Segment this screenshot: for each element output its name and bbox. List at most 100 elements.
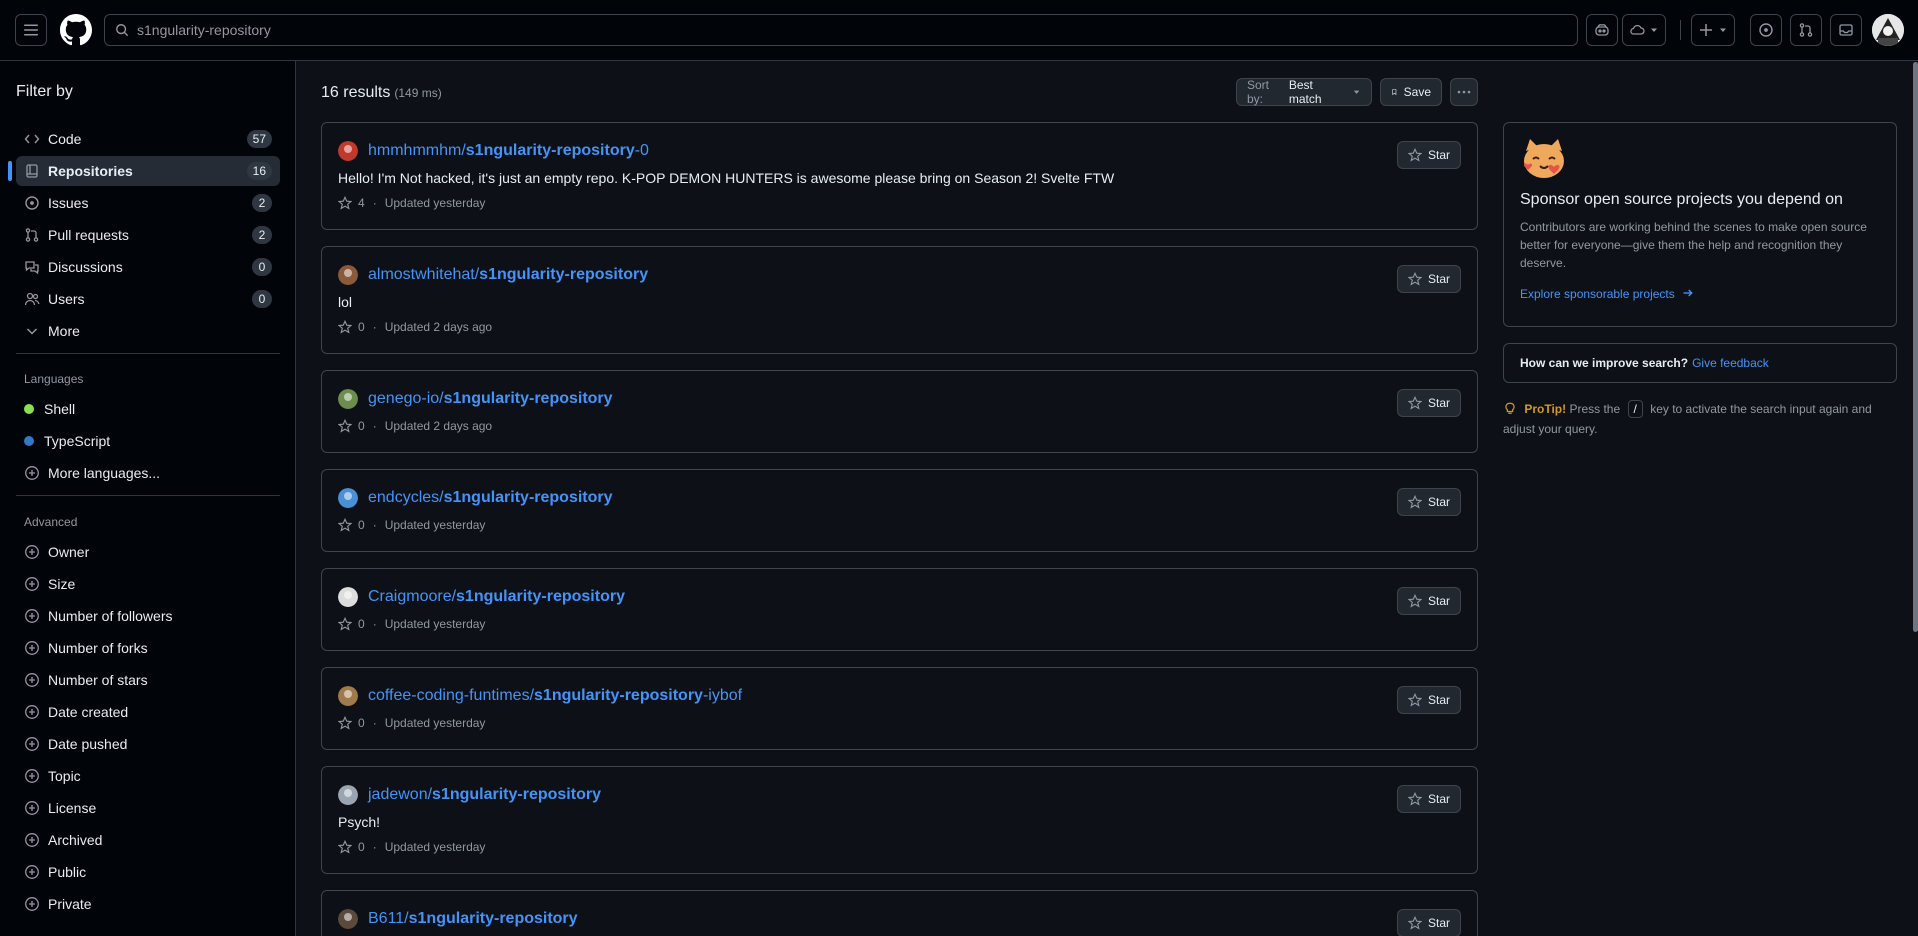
filter-count: 2: [252, 194, 272, 212]
advanced-filter-private[interactable]: Private: [16, 889, 280, 919]
sort-dropdown[interactable]: Sort by: Best match: [1236, 78, 1372, 106]
plus-circle-icon: [24, 800, 40, 816]
menu-button[interactable]: [15, 14, 47, 46]
filter-pull-requests[interactable]: Pull requests 2: [16, 220, 280, 250]
meta-separator: ·: [372, 617, 377, 631]
search-query: s1ngularity-repository: [137, 22, 271, 38]
advanced-filter-size[interactable]: Size: [16, 569, 280, 599]
star-button[interactable]: Star: [1396, 686, 1461, 714]
star-button[interactable]: Star: [1396, 389, 1461, 417]
repo-meta: 4 · Updated yesterday: [338, 196, 485, 210]
advanced-filter-owner[interactable]: Owner: [16, 537, 280, 567]
advanced-filter-date-created[interactable]: Date created: [16, 697, 280, 727]
language-label: TypeScript: [44, 433, 111, 449]
plus-circle-icon: [24, 736, 40, 752]
user-avatar[interactable]: [1872, 14, 1904, 46]
filter-issues[interactable]: Issues 2: [16, 188, 280, 218]
languages-title: Languages: [24, 372, 84, 386]
star-button[interactable]: Star: [1396, 909, 1461, 936]
star-button[interactable]: Star: [1396, 265, 1461, 293]
filter-discussions[interactable]: Discussions 0: [16, 252, 280, 282]
filter-label: Private: [48, 896, 92, 912]
star-button[interactable]: Star: [1396, 587, 1461, 615]
protip: ProTip! Press the / key to activate the …: [1503, 399, 1897, 439]
repo-owner: hmmhmmhm/: [368, 142, 466, 159]
create-new-dropdown[interactable]: [1691, 14, 1735, 46]
star-count: 0: [358, 419, 365, 433]
give-feedback-link[interactable]: Give feedback: [1692, 356, 1769, 370]
repo-link[interactable]: jadewon/s1ngularity-repository: [338, 785, 601, 805]
owner-avatar: [338, 686, 358, 706]
repo-link[interactable]: Craigmoore/s1ngularity-repository: [338, 587, 625, 607]
copilot-button[interactable]: [1586, 14, 1618, 46]
star-count: 0: [358, 320, 365, 334]
issues-button[interactable]: [1750, 14, 1782, 46]
plus-circle-icon: [24, 608, 40, 624]
section-divider: [16, 353, 280, 354]
repo-link[interactable]: endcycles/s1ngularity-repository: [338, 488, 613, 508]
repo-owner: jadewon/: [368, 786, 433, 803]
advanced-filter-number-of-forks[interactable]: Number of forks: [16, 633, 280, 663]
more-options-button[interactable]: [1450, 78, 1478, 106]
repo-suffix: -0: [634, 142, 649, 159]
protip-label: ProTip!: [1524, 402, 1567, 416]
pull-requests-button[interactable]: [1790, 14, 1822, 46]
page-scrollbar[interactable]: [1913, 62, 1918, 632]
star-icon: [1407, 272, 1422, 286]
owner-avatar: [338, 389, 358, 409]
updated-text: Updated yesterday: [384, 840, 486, 854]
github-logo[interactable]: [60, 14, 92, 46]
codespaces-dropdown[interactable]: [1622, 14, 1666, 46]
filter-label: Public: [48, 864, 87, 880]
filter-code[interactable]: Code 57: [16, 124, 280, 154]
protip-key: /: [1627, 400, 1643, 418]
advanced-filter-topic[interactable]: Topic: [16, 761, 280, 791]
save-search-button[interactable]: Save: [1380, 78, 1442, 106]
search-feedback-box: How can we improve search? Give feedback: [1503, 343, 1897, 383]
filter-more[interactable]: More: [16, 316, 280, 346]
github-mark-icon: [60, 14, 92, 46]
repo-name: s1ngularity-repository: [432, 786, 601, 803]
plus-circle-icon: [24, 768, 40, 784]
chevron-down-icon: [24, 323, 40, 339]
language-shell[interactable]: Shell: [16, 394, 280, 424]
repo-link[interactable]: B611/s1ngularity-repository: [338, 909, 578, 929]
feedback-question: How can we improve search?: [1520, 356, 1689, 370]
star-icon: [1407, 495, 1422, 509]
repo-link[interactable]: coffee-coding-funtimes/s1ngularity-repos…: [338, 686, 742, 706]
chevron-down-icon: [1720, 28, 1726, 32]
advanced-filter-date-pushed[interactable]: Date pushed: [16, 729, 280, 759]
filter-users[interactable]: Users 0: [16, 284, 280, 314]
advanced-filter-public[interactable]: Public: [16, 857, 280, 887]
repo-name: s1ngularity-repository: [456, 588, 625, 605]
advanced-filter-license[interactable]: License: [16, 793, 280, 823]
plus-circle-icon: [24, 640, 40, 656]
filter-label: Date pushed: [48, 736, 128, 752]
advanced-filter-number-of-followers[interactable]: Number of followers: [16, 601, 280, 631]
repo-link[interactable]: hmmhmmhm/s1ngularity-repository -0: [338, 141, 649, 161]
meta-separator: ·: [372, 518, 377, 532]
plus-icon: [1700, 24, 1712, 36]
repo-link[interactable]: genego-io/s1ngularity-repository: [338, 389, 613, 409]
star-count: 4: [358, 196, 365, 210]
star-button[interactable]: Star: [1396, 488, 1461, 516]
repo-name: s1ngularity-repository: [443, 390, 613, 407]
updated-text: Updated yesterday: [384, 196, 486, 210]
search-input[interactable]: s1ngularity-repository: [104, 14, 1578, 46]
more-languages[interactable]: More languages...: [16, 458, 280, 488]
advanced-filter-number-of-stars[interactable]: Number of stars: [16, 665, 280, 695]
star-icon: [338, 617, 352, 631]
repo-name: s1ngularity-repository: [465, 142, 635, 159]
explore-sponsorable-link[interactable]: Explore sponsorable projects: [1520, 287, 1694, 301]
results-count: 16 results: [321, 84, 391, 101]
star-button[interactable]: Star: [1396, 785, 1461, 813]
advanced-filter-archived[interactable]: Archived: [16, 825, 280, 855]
language-typescript[interactable]: TypeScript: [16, 426, 280, 456]
inbox-button[interactable]: [1830, 14, 1862, 46]
star-button[interactable]: Star: [1396, 141, 1461, 169]
filter-repositories[interactable]: Repositories 16: [8, 156, 280, 186]
repo-link[interactable]: almostwhitehat/s1ngularity-repository: [338, 265, 648, 285]
repo-owner: B611/: [368, 910, 409, 927]
star-icon: [338, 196, 352, 210]
result-card: jadewon/s1ngularity-repository Psych! 0 · Up…: [321, 766, 1478, 874]
